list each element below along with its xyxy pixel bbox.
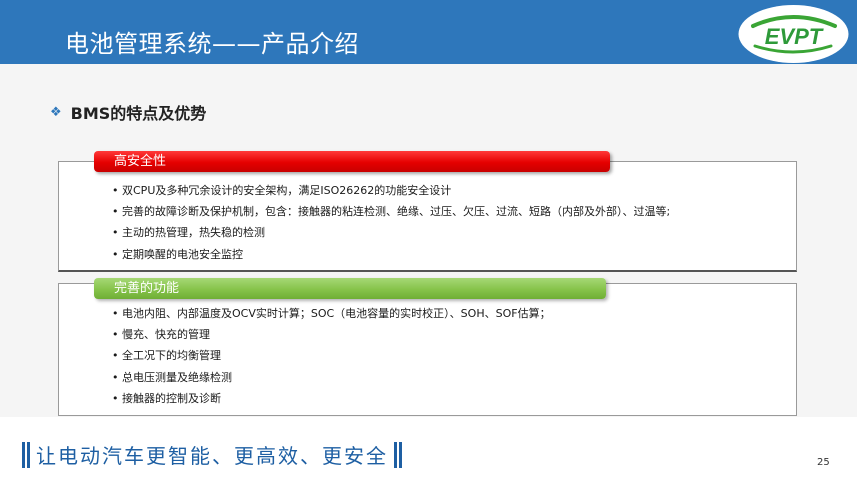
- right-bars-icon: [394, 441, 402, 468]
- section-heading-text: BMS的特点及优势: [70, 104, 207, 123]
- header-bar: 电池管理系统——产品介绍 EVPT: [0, 0, 857, 64]
- logo-text: EVPT: [765, 24, 824, 49]
- list-item: • 定期唤醒的电池安全监控: [112, 247, 243, 261]
- list-item: • 电池内阻、内部温度及OCV实时计算；SOC（电池容量的实时校正）、SOH、SO…: [112, 307, 551, 320]
- list-item: • 总电压测量及绝缘检测: [112, 370, 232, 384]
- slogan-text: 让电动汽车更智能、更高效、更安全: [36, 444, 388, 468]
- evpt-logo: EVPT: [738, 5, 849, 63]
- list-item: • 完善的故障诊断及保护机制，包含：接触器的粘连检测、绝缘、过压、欠压、过流、短路…: [112, 205, 671, 219]
- functions-label-bar: 完善的功能: [94, 278, 606, 299]
- functions-list: • 电池内阻、内部温度及OCV实时计算；SOC（电池容量的实时校正）、SOH、SO…: [112, 303, 551, 409]
- features-label-bar: 高安全性: [94, 151, 610, 172]
- features-list: • 双CPU及多种冗余设计的安全架构，满足ISO26262的功能安全设计 • 完善的…: [112, 180, 670, 265]
- list-item: • 全工况下的均衡管理: [112, 349, 221, 363]
- section-heading: ❖ BMS的特点及优势: [50, 100, 206, 124]
- diamond-bullet-icon: ❖: [50, 104, 62, 120]
- left-bars-icon: [22, 441, 30, 468]
- list-item: • 双CPU及多种冗余设计的安全架构，满足ISO26262的功能安全设计: [112, 184, 452, 197]
- list-item: • 接触器的控制及诊断: [112, 391, 221, 405]
- footer-slogan: 让电动汽车更智能、更高效、更安全: [22, 440, 402, 469]
- page-title: 电池管理系统——产品介绍: [65, 30, 359, 58]
- page-number: 25: [817, 457, 830, 468]
- list-item: • 慢充、快充的管理: [112, 328, 210, 342]
- list-item: • 主动的热管理，热失稳的检测: [112, 226, 265, 240]
